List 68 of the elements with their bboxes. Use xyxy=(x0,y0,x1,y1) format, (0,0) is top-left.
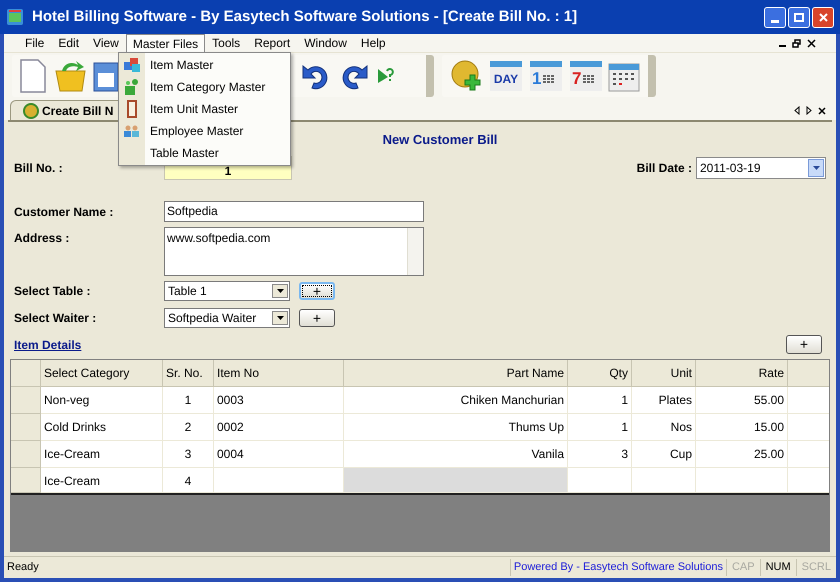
field-label: Bill No. : xyxy=(14,160,64,176)
column-header[interactable]: Rate xyxy=(696,360,788,386)
field-label: Bill Date : xyxy=(636,160,692,176)
status-indicator: NUM xyxy=(760,559,796,576)
column-header[interactable]: Sr. No. xyxy=(163,360,214,386)
menu-item[interactable]: Edit xyxy=(51,34,86,52)
calendar-button[interactable]: DAY xyxy=(490,60,522,90)
table-cell: 0002 xyxy=(214,414,344,440)
field-label: Address : xyxy=(14,230,70,246)
menu-item[interactable]: Window xyxy=(297,34,354,52)
table-cell: Plates xyxy=(632,386,696,414)
column-header[interactable]: Select Category xyxy=(41,360,163,386)
menu-item[interactable]: View xyxy=(86,34,126,52)
column-header[interactable]: Part Name xyxy=(344,360,568,386)
table-cell: Nos xyxy=(632,414,696,440)
menu-item[interactable]: Help xyxy=(354,34,393,52)
combo-box[interactable]: Softpedia Waiter xyxy=(164,308,290,328)
table-cell: Cup xyxy=(632,440,696,468)
field-label: Select Waiter : xyxy=(14,310,98,326)
table-cell: Vanila xyxy=(344,440,568,468)
window-title: Hotel Billing Software - By Easytech Software Solutions - [Create Bill No. : 1] xyxy=(32,6,578,27)
table-cell: 0003 xyxy=(214,386,344,414)
add-button[interactable]: + xyxy=(786,334,822,354)
combo-box[interactable]: Table 1 xyxy=(164,280,290,300)
column-header[interactable]: Item No xyxy=(214,360,344,386)
table-cell: 4 xyxy=(163,468,214,492)
menu-item[interactable]: File xyxy=(18,34,52,52)
status-indicator: SCRL xyxy=(796,559,836,576)
field-label: Select Table : xyxy=(14,282,92,300)
menu-option[interactable]: Item Unit Master xyxy=(145,100,238,118)
item-details-link[interactable]: Item Details xyxy=(14,336,82,354)
text-field[interactable]: Softpedia xyxy=(164,201,424,222)
table-cell: 3 xyxy=(163,440,214,468)
table-cell: 2 xyxy=(163,414,214,440)
menu-option[interactable]: Item Master xyxy=(145,56,214,74)
table-cell: 1 xyxy=(568,414,632,440)
table-cell: 25.00 xyxy=(696,440,788,468)
table-cell: Ice-Cream xyxy=(41,468,163,492)
date-picker[interactable]: 2011-03-19 xyxy=(696,156,826,178)
column-header[interactable]: Qty xyxy=(568,360,632,386)
table-cell: 0004 xyxy=(214,440,344,468)
tab-label: Create Bill N xyxy=(42,102,114,120)
menu-option[interactable]: Employee Master xyxy=(145,122,244,140)
table-cell: Thums Up xyxy=(344,414,568,440)
add-button[interactable]: + xyxy=(299,282,335,300)
menu-item[interactable]: Tools xyxy=(205,34,248,52)
address-field[interactable]: www.softpedia.com xyxy=(164,226,424,276)
calendar-button[interactable]: 7 xyxy=(570,60,602,90)
menu-item[interactable]: Report xyxy=(247,34,298,52)
table-cell: 55.00 xyxy=(696,386,788,414)
status-text: Ready xyxy=(6,560,40,576)
status-indicator: CAP xyxy=(726,559,760,576)
table-cell: 1 xyxy=(163,386,214,414)
powered-by-text: Powered By - Easytech Software Solutions xyxy=(510,559,726,576)
table-cell: Ice-Cream xyxy=(41,440,163,468)
menu-option[interactable]: Item Category Master xyxy=(145,78,266,96)
table-cell: 15.00 xyxy=(696,414,788,440)
table-cell: Non-veg xyxy=(41,386,163,414)
add-button[interactable]: + xyxy=(299,308,335,326)
table-cell: 3 xyxy=(568,440,632,468)
table-cell: Chiken Manchurian xyxy=(344,386,568,414)
table-cell: 1 xyxy=(568,386,632,414)
table-cell: Cold Drinks xyxy=(41,414,163,440)
form-heading: New Customer Bill xyxy=(382,131,498,149)
calendar-button[interactable]: 1 xyxy=(530,60,562,90)
field-label: Customer Name : xyxy=(14,204,114,220)
column-header[interactable]: Unit xyxy=(632,360,696,386)
menu-item[interactable]: Master Files xyxy=(126,34,206,52)
